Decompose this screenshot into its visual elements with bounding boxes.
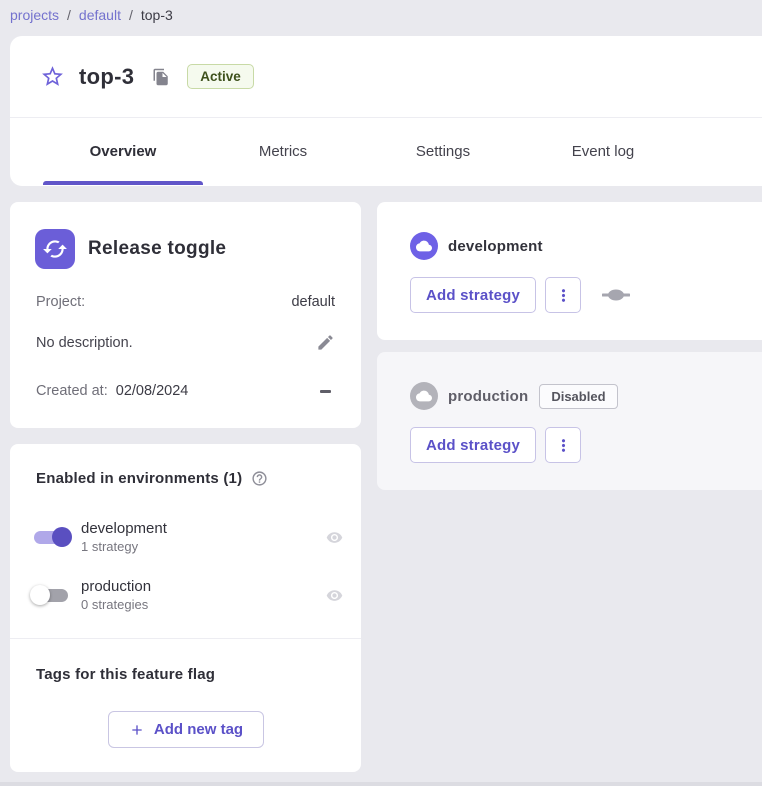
favorite-star-icon[interactable] [40,64,65,89]
environments-panel-title: Enabled in environments (1) [36,470,242,487]
window-bottom-edge [0,782,762,786]
lifecycle-icon[interactable] [602,289,630,301]
disabled-badge: Disabled [539,384,617,409]
environment-toggle-row-production: production 0 strategies [28,572,343,618]
breadcrumb: projects / default / top-3 [10,3,173,27]
created-at-value: 02/08/2024 [116,383,189,399]
feature-header-row: top-3 Active [10,36,762,118]
cloud-icon [410,232,438,260]
environment-card-production: production Disabled Add strategy [377,352,762,490]
edit-description-pencil-icon[interactable] [316,333,335,352]
tab-bar: Overview Metrics Settings Event log [10,118,762,185]
flag-details-card: Release toggle Project: default No descr… [10,202,361,428]
feature-header-card: top-3 Active Overview Metrics Settings E… [10,36,762,186]
plus-icon [129,722,145,738]
breadcrumb-link-projects[interactable]: projects [10,7,59,23]
environment-card-actions: Add strategy [410,277,630,313]
tab-settings[interactable]: Settings [363,118,523,185]
add-new-tag-button[interactable]: Add new tag [108,711,264,748]
tags-panel-title: Tags for this feature flag [36,666,215,683]
help-circle-icon[interactable] [251,470,268,487]
environment-name: production [81,578,326,595]
copy-icon[interactable] [152,68,170,86]
tab-event-log[interactable]: Event log [523,118,683,185]
created-at-row: Created at: 02/08/2024 [36,383,335,399]
minus-icon [320,390,331,393]
cloud-icon [410,382,438,410]
breadcrumb-separator: / [67,7,71,23]
environment-card-header: development [410,232,543,260]
environment-card-name: production [448,388,528,405]
tab-overview[interactable]: Overview [43,118,203,185]
flag-type-label: Release toggle [88,238,226,260]
created-at-label: Created at: [36,383,108,399]
environment-strategy-count: 1 strategy [81,539,326,554]
kebab-menu-button[interactable] [545,427,581,463]
release-toggle-sync-icon [35,229,75,269]
status-badge: Active [187,64,254,89]
add-strategy-button[interactable]: Add strategy [410,277,536,313]
project-row: Project: default [36,294,335,310]
add-new-tag-label: Add new tag [154,721,243,738]
project-value[interactable]: default [291,294,335,310]
breadcrumb-separator: / [129,7,133,23]
section-divider [10,638,361,639]
kebab-menu-button[interactable] [545,277,581,313]
add-strategy-button[interactable]: Add strategy [410,427,536,463]
breadcrumb-current: top-3 [141,7,173,23]
description-text: No description. [36,335,133,351]
environment-card-header: production Disabled [410,382,618,410]
environment-toggle-row-development: development 1 strategy [28,514,343,560]
environments-panel-card: Enabled in environments (1) development … [10,444,361,772]
environment-name: development [81,520,326,537]
environment-card-development: development Add strategy [377,202,762,340]
environment-toggle-production[interactable] [28,584,74,606]
project-label: Project: [36,294,85,310]
eye-icon[interactable] [326,587,343,604]
tab-metrics[interactable]: Metrics [203,118,363,185]
page-title: top-3 [79,64,134,90]
eye-icon[interactable] [326,529,343,546]
description-row: No description. [36,333,335,352]
environment-toggle-development[interactable] [28,526,74,548]
environments-panel-header: Enabled in environments (1) [36,470,268,487]
environment-card-actions: Add strategy [410,427,581,463]
breadcrumb-link-default[interactable]: default [79,7,121,23]
environment-card-name: development [448,238,543,255]
environment-strategy-count: 0 strategies [81,597,326,612]
